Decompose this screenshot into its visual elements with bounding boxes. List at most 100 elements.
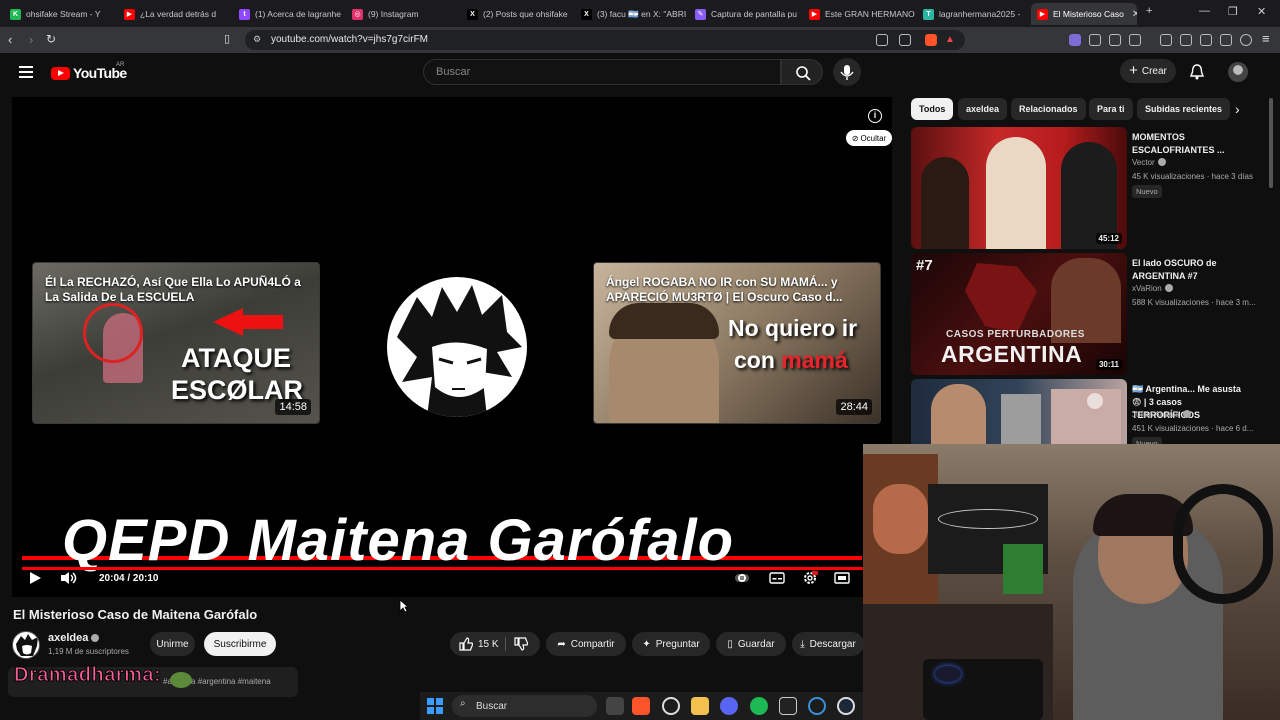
- close-window-icon[interactable]: ✕: [1257, 5, 1266, 18]
- sidebar-scrollbar[interactable]: [1269, 98, 1273, 188]
- browser-tab[interactable]: ◎ (9) Instagram: [346, 3, 458, 25]
- back-icon[interactable]: ‹: [8, 32, 12, 47]
- endscreen-video-left[interactable]: ÉI La RECHAZÓ, Así Que Ella Lo APUÑ4LÓ a…: [32, 262, 320, 424]
- subtitles-icon[interactable]: [769, 571, 785, 585]
- chevron-right-icon[interactable]: ›: [1235, 101, 1240, 117]
- steam-icon[interactable]: [837, 697, 855, 715]
- address-bar[interactable]: ⚙ youtube.com/watch?v=jhs7g7cirFM: [245, 30, 965, 50]
- brave-shield-icon[interactable]: [925, 34, 937, 46]
- leo-icon[interactable]: [1220, 34, 1232, 46]
- sidebar-icon[interactable]: [1180, 34, 1192, 46]
- browser-tab[interactable]: ✎ Captura de pantalla pu: [689, 3, 801, 25]
- maximize-icon[interactable]: ❐: [1228, 5, 1238, 18]
- chip-for-you[interactable]: Para ti: [1089, 98, 1133, 120]
- cast-icon[interactable]: [876, 34, 888, 46]
- share-button[interactable]: ➦ Compartir: [546, 632, 626, 656]
- argentina-map-shape: [965, 263, 1037, 333]
- sidebar-video[interactable]: 45:12 MOMENTOS ESCALOFRIANTES ... Vector…: [911, 127, 1261, 249]
- channel-avatar[interactable]: [12, 631, 40, 659]
- channel-name[interactable]: axeldea: [48, 632, 100, 644]
- autoplay-toggle-icon[interactable]: [734, 571, 750, 585]
- ask-button[interactable]: ✦ Preguntar: [632, 632, 710, 656]
- subscribe-button[interactable]: Suscribirme: [204, 632, 276, 656]
- voice-search-button[interactable]: [833, 58, 861, 86]
- endscreen-video-right[interactable]: Ángel ROGABA NO IR con SU MAMÁ... y APAR…: [593, 262, 881, 424]
- verified-icon: [1164, 284, 1173, 292]
- thumbnail-text: No quiero ir: [728, 315, 858, 341]
- channel-avatar-large[interactable]: [387, 277, 527, 417]
- progress-bar[interactable]: [22, 567, 882, 570]
- info-icon[interactable]: i: [868, 109, 882, 123]
- browser-tab[interactable]: Tlagranhermana2025 -: [917, 3, 1029, 25]
- play-icon[interactable]: [28, 571, 42, 585]
- browser-tab-active[interactable]: ▶ El Misterioso Caso ✕: [1031, 3, 1137, 25]
- like-button[interactable]: 15 K: [459, 637, 499, 651]
- anime-avatar-icon: [16, 634, 38, 656]
- thumbnail-blurred: [1051, 389, 1121, 444]
- close-tab-icon[interactable]: ✕: [1132, 9, 1137, 20]
- search-input[interactable]: Buscar: [423, 59, 781, 85]
- app-icon[interactable]: [808, 697, 826, 715]
- browser-tab[interactable]: t (1) Acerca de lagranhe: [233, 3, 345, 25]
- settings-gear-icon[interactable]: [802, 571, 818, 585]
- hamburger-menu-icon[interactable]: [19, 66, 33, 78]
- create-button[interactable]: + Crear: [1120, 59, 1176, 83]
- chip-recent[interactable]: Subidas recientes: [1137, 98, 1230, 120]
- brave-icon[interactable]: [632, 697, 650, 715]
- site-info-icon[interactable]: ⚙: [253, 34, 261, 45]
- minimize-icon[interactable]: —: [1199, 5, 1210, 17]
- app-icon[interactable]: [779, 697, 797, 715]
- rewards-icon[interactable]: ▲: [945, 34, 957, 46]
- browser-tab[interactable]: Kohsifake Stream - Y: [4, 3, 116, 25]
- thumbs-down-icon[interactable]: [514, 637, 528, 651]
- media-icon[interactable]: [1160, 34, 1172, 46]
- download-button[interactable]: ⤓ Descargar: [792, 632, 864, 656]
- search-placeholder: Buscar: [436, 66, 471, 78]
- search-button[interactable]: [781, 59, 823, 85]
- puzzle-icon[interactable]: [1109, 34, 1121, 46]
- new-tab-button[interactable]: +: [1146, 5, 1152, 17]
- sidebar-video[interactable]: #7 CASOS PERTURBADORES ARGENTINA 30:11 E…: [911, 253, 1261, 375]
- time-display: 20:04 / 20:10: [99, 573, 159, 584]
- video-title: El Misterioso Caso de Maitena Garófalo: [13, 607, 258, 622]
- save-button[interactable]: ▯ Guardar: [716, 632, 786, 656]
- verified-icon: [91, 634, 100, 642]
- pepe-emote-icon: [170, 672, 192, 688]
- extension-icon[interactable]: [1129, 34, 1141, 46]
- browser-tab[interactable]: ▶ Este GRAN HERMANO: [803, 3, 915, 25]
- chip-channel[interactable]: axeldea: [958, 98, 1008, 120]
- vpn-icon[interactable]: [1240, 34, 1252, 46]
- notifications-bell-icon[interactable]: [1189, 63, 1205, 86]
- extension-icon[interactable]: [1089, 34, 1101, 46]
- join-button[interactable]: Unirme: [150, 632, 195, 656]
- hide-endscreen-button[interactable]: ⊘ Ocultar: [846, 130, 892, 146]
- windows-start-icon[interactable]: [426, 697, 444, 715]
- account-avatar[interactable]: [1228, 62, 1248, 82]
- browser-tab[interactable]: X (2) Posts que ohsifake: [461, 3, 573, 25]
- forward-icon[interactable]: ›: [29, 32, 33, 47]
- chip-all[interactable]: Todos: [911, 98, 954, 120]
- chip-related[interactable]: Relacionados: [1011, 98, 1086, 120]
- endscreen-title: Ángel ROGABA NO IR con SU MAMÁ... y APAR…: [606, 275, 843, 304]
- youtube-header: YouTube AR Buscar + Crear: [0, 53, 1280, 93]
- theater-mode-icon[interactable]: [834, 571, 850, 585]
- share-icon[interactable]: [899, 34, 911, 46]
- browser-tab[interactable]: X (3) facu 🇦🇷 en X: "ABRI: [575, 3, 687, 25]
- spotify-icon[interactable]: [750, 697, 768, 715]
- browser-toolbar: ‹ › ↻ ▯ ⚙ youtube.com/watch?v=jhs7g7cirF…: [0, 27, 1280, 53]
- twitch-favicon-icon: t: [239, 8, 250, 20]
- discord-icon[interactable]: [720, 697, 738, 715]
- extension-icon[interactable]: [1069, 34, 1081, 46]
- task-view-icon[interactable]: [606, 697, 624, 715]
- bookmark-icon[interactable]: ▯: [224, 32, 230, 45]
- reload-icon[interactable]: ↻: [46, 32, 56, 46]
- taskbar-search[interactable]: ⌕ Buscar: [452, 695, 597, 717]
- video-player[interactable]: i ⊘ Ocultar ÉI La RECHAZÓ, Así Que Ella L…: [12, 97, 892, 597]
- wallet-icon[interactable]: [1200, 34, 1212, 46]
- menu-icon[interactable]: ≡: [1262, 31, 1270, 46]
- folder-icon[interactable]: [691, 697, 709, 715]
- browser-tab[interactable]: ▶ ¿La verdad detrás d: [118, 3, 230, 25]
- windows-taskbar: ⌕ Buscar: [420, 692, 863, 720]
- volume-icon[interactable]: [60, 571, 78, 585]
- obs-icon[interactable]: [662, 697, 680, 715]
